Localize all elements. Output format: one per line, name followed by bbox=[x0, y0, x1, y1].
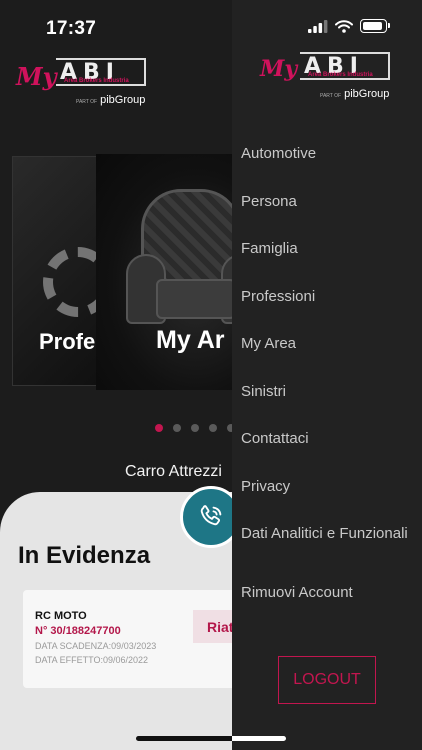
menu-item-famiglia[interactable]: Famiglia bbox=[241, 239, 416, 287]
wifi-icon bbox=[335, 19, 353, 33]
signal-icon bbox=[308, 19, 328, 33]
logo-subtitle: Area Brokers Industria bbox=[308, 72, 373, 78]
home-indicator[interactable] bbox=[136, 736, 286, 741]
logo-subtitle: Area Brokers Industria bbox=[64, 78, 129, 84]
menu-item-privacy[interactable]: Privacy bbox=[241, 477, 416, 525]
logout-button[interactable]: LOGOUT bbox=[278, 656, 376, 704]
app-logo: My ABI Area Brokers Industria PART OF pib… bbox=[16, 58, 148, 110]
drawer-menu: Automotive Persona Famiglia Professioni … bbox=[241, 144, 416, 631]
menu-item-my-area[interactable]: My Area bbox=[241, 334, 416, 382]
logo-part-of: PART OF pibGroup bbox=[76, 94, 146, 106]
policy-expiry: DATA SCADENZA:09/03/2023 bbox=[35, 641, 157, 651]
logo-part-of: PART OF pibGroup bbox=[320, 88, 390, 100]
pagination-dot[interactable] bbox=[173, 424, 181, 432]
drawer-logo: My ABI Area Brokers Industria PART OF pib… bbox=[260, 52, 400, 104]
section-title: In Evidenza bbox=[18, 542, 151, 569]
carousel-pagination[interactable] bbox=[155, 424, 235, 432]
policy-name: RC MOTO bbox=[35, 610, 87, 622]
menu-item-rimuovi-account[interactable]: Rimuovi Account bbox=[241, 583, 416, 631]
logo-my-text: My bbox=[16, 62, 57, 91]
menu-item-contattaci[interactable]: Contattaci bbox=[241, 429, 416, 477]
pagination-dot[interactable] bbox=[209, 424, 217, 432]
policy-card[interactable]: RC MOTO N° 30/188247700 DATA SCADENZA:09… bbox=[23, 590, 253, 688]
status-icons bbox=[308, 19, 390, 33]
battery-icon bbox=[360, 19, 390, 33]
phone-call-icon bbox=[200, 505, 222, 526]
logo-my-text: My bbox=[260, 56, 298, 82]
menu-item-professioni[interactable]: Professioni bbox=[241, 287, 416, 335]
pagination-dot[interactable] bbox=[191, 424, 199, 432]
policy-number: N° 30/188247700 bbox=[35, 625, 121, 637]
menu-item-persona[interactable]: Persona bbox=[241, 192, 416, 240]
menu-item-sinistri[interactable]: Sinistri bbox=[241, 382, 416, 430]
policy-effective: DATA EFFETTO:09/06/2022 bbox=[35, 655, 149, 665]
menu-item-automotive[interactable]: Automotive bbox=[241, 144, 416, 192]
side-drawer: My ABI Area Brokers Industria PART OF pib… bbox=[232, 0, 422, 750]
pagination-dot[interactable] bbox=[155, 424, 163, 432]
carousel-card-label: My Ar bbox=[156, 326, 225, 354]
menu-item-dati-analitici[interactable]: Dati Analitici e Funzionali bbox=[241, 524, 416, 583]
carousel-caption: Carro Attrezzi bbox=[125, 463, 222, 480]
status-time: 17:37 bbox=[46, 18, 97, 39]
